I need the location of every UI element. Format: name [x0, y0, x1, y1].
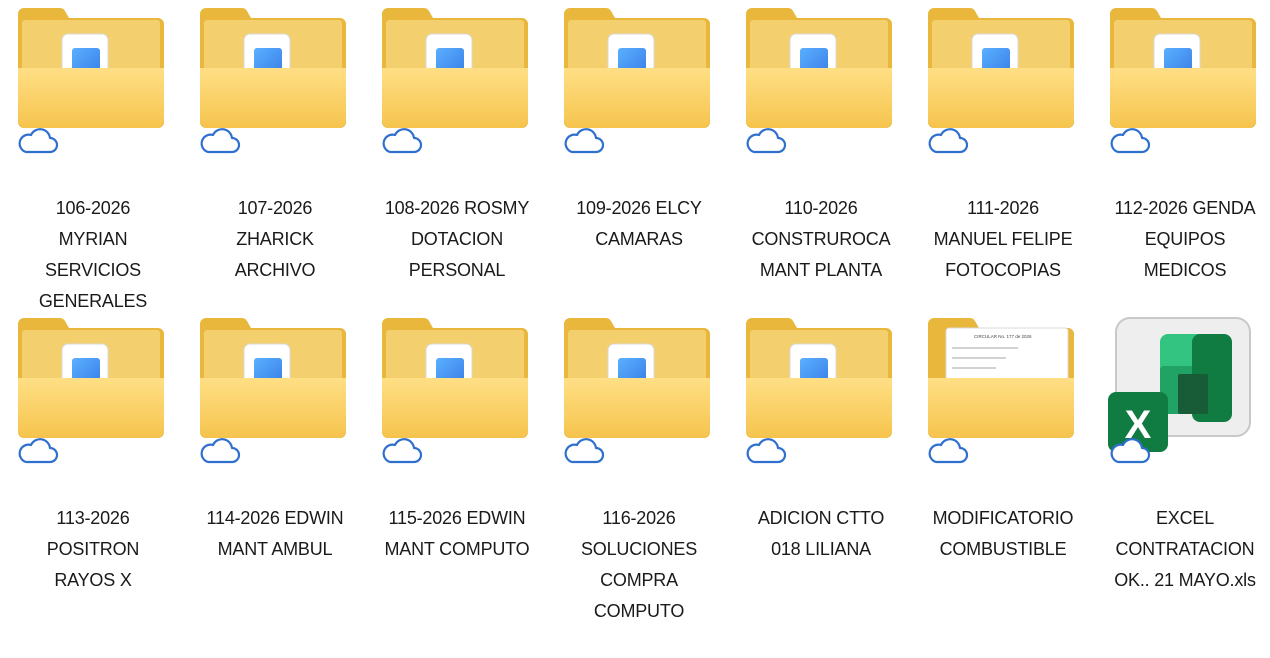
file-explorer-grid: 106-2026 MYRIAN SERVICIOS GENERALES 107-202… — [0, 0, 1270, 621]
cloud-sync-icon — [200, 128, 241, 154]
item-label[interactable]: 108-2026 ROSMY DOTACION PERSONAL — [368, 162, 546, 317]
item-label[interactable]: 107-2026 ZHARICK ARCHIVO — [186, 162, 364, 317]
folder-icon — [562, 314, 712, 464]
cloud-sync-icon — [200, 438, 241, 464]
folder-icon — [1108, 4, 1258, 154]
item-label[interactable]: 110-2026 CONSTRUROCA MANT PLANTA — [732, 162, 910, 317]
cloud-sync-icon — [928, 438, 969, 464]
folder-icon — [16, 4, 166, 154]
folder-icon — [16, 314, 166, 464]
item-label[interactable]: 109-2026 ELCY CAMARAS — [550, 162, 728, 286]
item-label[interactable]: 116-2026 SOLUCIONES COMPRA COMPUTO — [550, 472, 728, 658]
folder-item[interactable]: CIRCULAR No. 177 de 2026 MODIFICATORIO CO… — [914, 312, 1084, 602]
cloud-sync-icon — [746, 128, 787, 154]
folder-item[interactable]: 112-2026 GENDA EQUIPOS MEDICOS — [1096, 2, 1266, 292]
cloud-sync-icon — [746, 438, 787, 464]
folder-item[interactable]: 108-2026 ROSMY DOTACION PERSONAL — [368, 2, 538, 292]
item-label[interactable]: 112-2026 GENDA EQUIPOS MEDICOS — [1096, 162, 1270, 317]
folder-with-document-icon: CIRCULAR No. 177 de 2026 — [926, 314, 1076, 464]
item-label[interactable]: 113-2026 POSITRON RAYOS X — [4, 472, 182, 627]
folder-item[interactable]: 113-2026 POSITRON RAYOS X — [4, 312, 174, 602]
folder-item[interactable]: 116-2026 SOLUCIONES COMPRA COMPUTO — [550, 312, 720, 621]
folder-icon — [198, 314, 348, 464]
folder-item[interactable]: 106-2026 MYRIAN SERVICIOS GENERALES — [4, 2, 174, 311]
folder-icon — [198, 4, 348, 154]
folder-item[interactable]: ADICION CTTO 018 LILIANA — [732, 312, 902, 602]
item-label[interactable]: MODIFICATORIO COMBUSTIBLE — [914, 472, 1092, 596]
folder-icon — [562, 4, 712, 154]
item-label[interactable]: EXCEL CONTRATACION OK.. 21 MAYO.xls — [1096, 472, 1270, 627]
cloud-sync-icon — [18, 128, 59, 154]
folder-icon — [926, 4, 1076, 154]
folder-item[interactable]: 109-2026 ELCY CAMARAS — [550, 2, 720, 292]
cloud-sync-icon — [564, 438, 605, 464]
cloud-sync-icon — [18, 438, 59, 464]
item-label[interactable]: 115-2026 EDWIN MANT COMPUTO — [368, 472, 546, 596]
cloud-sync-icon — [928, 128, 969, 154]
item-label[interactable]: 114-2026 EDWIN MANT AMBUL — [186, 472, 364, 596]
folder-item[interactable]: 110-2026 CONSTRUROCA MANT PLANTA — [732, 2, 902, 292]
svg-text:CIRCULAR No. 177 de 2026: CIRCULAR No. 177 de 2026 — [974, 334, 1032, 339]
folder-item[interactable]: 114-2026 EDWIN MANT AMBUL — [186, 312, 356, 602]
cloud-sync-icon — [564, 128, 605, 154]
item-label[interactable]: ADICION CTTO 018 LILIANA — [732, 472, 910, 596]
folder-item[interactable]: 107-2026 ZHARICK ARCHIVO — [186, 2, 356, 292]
folder-icon — [380, 4, 530, 154]
folder-icon — [380, 314, 530, 464]
cloud-sync-icon — [382, 438, 423, 464]
folder-item[interactable]: 115-2026 EDWIN MANT COMPUTO — [368, 312, 538, 602]
excel-icon: X — [1108, 314, 1258, 464]
folder-icon — [744, 314, 894, 464]
cloud-sync-icon — [382, 128, 423, 154]
excel-file-item[interactable]: X EXCEL CONTRATACION OK.. 21 MAYO.xls — [1096, 312, 1266, 602]
cloud-sync-icon — [1110, 128, 1151, 154]
folder-item[interactable]: 111-2026 MANUEL FELIPE FOTOCOPIAS — [914, 2, 1084, 292]
item-label[interactable]: 111-2026 MANUEL FELIPE FOTOCOPIAS — [914, 162, 1092, 317]
folder-icon — [744, 4, 894, 154]
